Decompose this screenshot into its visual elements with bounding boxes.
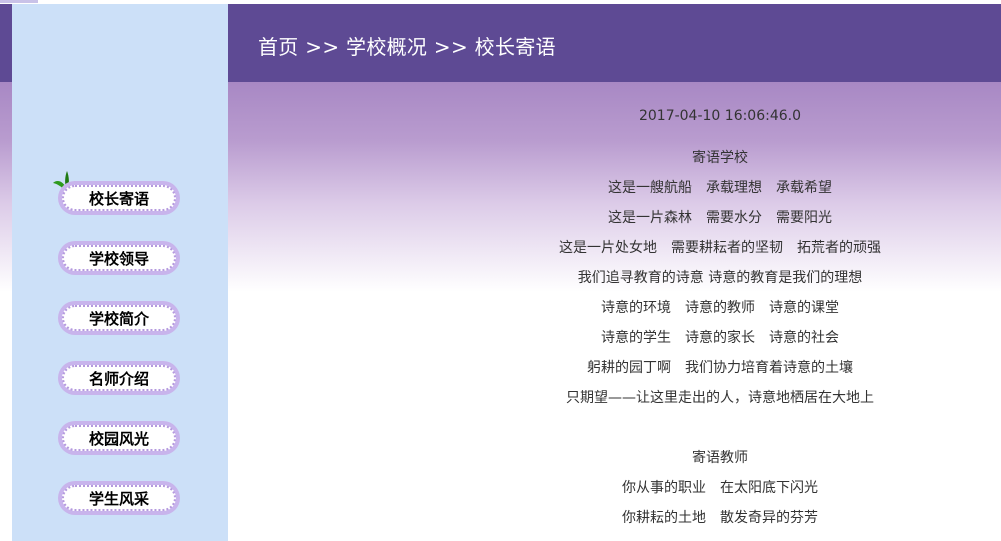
article-content: 2017-04-10 16:06:46.0 寄语学校 这是一艘航船 承载理想 承… [440, 106, 1000, 533]
article-line: 诗意的学生 诗意的家长 诗意的社会 [601, 330, 839, 346]
article-line: 你耕耘的土地 散发奇异的芬芳 [622, 510, 818, 526]
article-line: 躬耕的园丁啊 我们协力培育着诗意的土壤 [587, 360, 853, 376]
article-line: 寄语学校 [692, 150, 748, 166]
article-line: 你从事的职业 在太阳底下闪光 [622, 480, 818, 496]
sidebar-item-student-style[interactable]: 学生风采 [58, 481, 180, 515]
sidebar-item-school-leaders[interactable]: 学校领导 [58, 241, 180, 275]
sidebar-menu: 校长寄语 学校领导 学校简介 名师介绍 校园风光 学生风采 [58, 181, 184, 541]
article-line: 只期望——让这里走出的人，诗意地栖居在大地上 [566, 390, 874, 406]
sidebar-item-label: 名师介绍 [62, 365, 176, 391]
article-spacer [440, 413, 1000, 443]
sidebar-item-label: 校长寄语 [62, 185, 176, 211]
sidebar-item-label: 学校简介 [62, 305, 176, 331]
sidebar-item-principal-message[interactable]: 校长寄语 [58, 181, 180, 215]
sidebar-item-school-intro[interactable]: 学校简介 [58, 301, 180, 335]
article-line: 诗意的环境 诗意的教师 诗意的课堂 [601, 300, 839, 316]
browser-tab-stub [0, 0, 38, 3]
article-line: 这是一艘航船 承载理想 承载希望 [608, 180, 832, 196]
article-line: 这是一片森林 需要水分 需要阳光 [608, 210, 832, 226]
article-date: 2017-04-10 16:06:46.0 [638, 108, 802, 124]
article-line: 我们追寻教育的诗意 诗意的教育是我们的理想 [577, 270, 863, 286]
breadcrumb: 首页 >> 学校概况 >> 校长寄语 [258, 35, 556, 59]
sidebar-item-label: 校园风光 [62, 425, 176, 451]
sidebar-item-campus-scenery[interactable]: 校园风光 [58, 421, 180, 455]
sidebar-item-famous-teachers[interactable]: 名师介绍 [58, 361, 180, 395]
sidebar-item-label: 学校领导 [62, 245, 176, 271]
article-line: 寄语教师 [692, 450, 748, 466]
sidebar-item-label: 学生风采 [62, 485, 176, 511]
article-line: 这是一片处女地 需要耕耘者的坚韧 拓荒者的顽强 [559, 240, 881, 256]
